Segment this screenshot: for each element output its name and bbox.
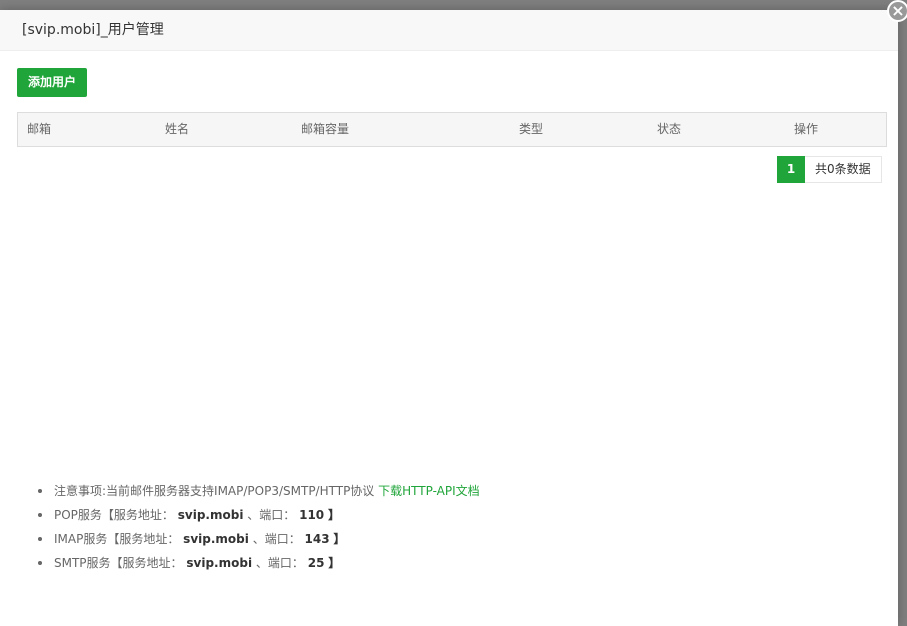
smtp-host: svip.mobi <box>186 556 253 570</box>
add-user-button[interactable]: 添加用户 <box>17 68 87 97</box>
list-item: IMAP服务【服务地址： svip.mobi 、端口： 143 】 <box>36 527 480 551</box>
list-item: POP服务【服务地址： svip.mobi 、端口： 110 】 <box>36 503 480 527</box>
imap-suffix: 】 <box>333 532 346 546</box>
imap-prefix: IMAP服务【服务地址： <box>54 532 180 546</box>
imap-port-label: 、端口： <box>252 532 301 546</box>
list-item: SMTP服务【服务地址： svip.mobi 、端口： 25 】 <box>36 551 480 575</box>
pop-suffix: 】 <box>328 508 341 522</box>
protocol-note-text: 注意事项:当前邮件服务器支持IMAP/POP3/SMTP/HTTP协议 <box>54 484 375 498</box>
column-header-actions: 操作 <box>794 122 819 136</box>
imap-port: 143 <box>304 532 330 546</box>
pop-host: svip.mobi <box>177 508 244 522</box>
column-header-type[interactable]: 类型 <box>519 113 543 146</box>
download-api-doc-link[interactable]: 下载HTTP-API文档 <box>378 484 480 498</box>
column-header-status[interactable]: 状态 <box>657 113 681 146</box>
dialog-header: [svip.mobi]_用户管理 <box>0 10 898 51</box>
pop-port-label: 、端口： <box>247 508 296 522</box>
pop-prefix: POP服务【服务地址： <box>54 508 174 522</box>
column-header-email[interactable]: 邮箱 <box>27 113 51 146</box>
dialog-title: [svip.mobi]_用户管理 <box>22 22 164 38</box>
total-count-text: 共0条数据 <box>805 156 882 183</box>
smtp-prefix: SMTP服务【服务地址： <box>54 556 183 570</box>
smtp-port: 25 <box>307 556 325 570</box>
close-icon[interactable]: × <box>887 0 907 22</box>
smtp-port-label: 、端口： <box>255 556 304 570</box>
user-table-header: 邮箱 姓名 邮箱容量 类型 状态 操作 <box>17 112 887 147</box>
server-info-notes: 注意事项:当前邮件服务器支持IMAP/POP3/SMTP/HTTP协议 下载HT… <box>36 479 480 575</box>
smtp-suffix: 】 <box>328 556 341 570</box>
column-header-quota[interactable]: 邮箱容量 <box>301 113 349 146</box>
pop-port: 110 <box>299 508 325 522</box>
pagination: 1 共0条数据 <box>777 156 882 183</box>
current-page-button[interactable]: 1 <box>777 156 805 183</box>
list-item: 注意事项:当前邮件服务器支持IMAP/POP3/SMTP/HTTP协议 下载HT… <box>36 479 480 503</box>
column-header-name[interactable]: 姓名 <box>165 113 189 146</box>
imap-host: svip.mobi <box>183 532 249 546</box>
user-management-dialog: [svip.mobi]_用户管理 添加用户 邮箱 姓名 邮箱容量 类型 状态 操… <box>0 10 898 626</box>
